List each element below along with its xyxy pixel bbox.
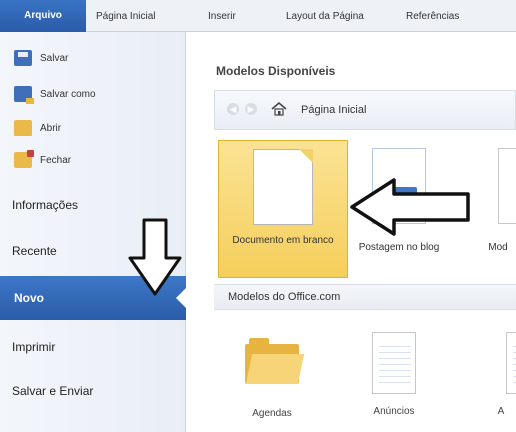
close-label: Fechar (40, 154, 72, 166)
save-as-command[interactable]: Salvar como (14, 84, 96, 104)
save-as-icon (14, 86, 34, 104)
blank-page-icon (253, 149, 313, 225)
home-breadcrumb[interactable]: Página Inicial (301, 104, 366, 116)
forward-arrow-icon[interactable]: ▶ (245, 103, 257, 115)
left-arrow-annotation-icon (350, 178, 470, 236)
section-info[interactable]: Informações (12, 198, 78, 212)
office-item-partial-label: A (497, 406, 505, 417)
office-item-announcements-label: Anúncios (373, 406, 415, 417)
section-print[interactable]: Imprimir (12, 340, 55, 354)
available-templates-title: Modelos Disponíveis (216, 64, 336, 78)
partial-template-icon (498, 148, 516, 224)
spreadsheet-icon (372, 332, 416, 394)
home-icon[interactable] (271, 101, 287, 117)
tab-insert[interactable]: Inserir (208, 6, 236, 28)
office-item-announcements[interactable]: Anúncios (354, 328, 434, 417)
down-arrow-annotation-icon (128, 218, 182, 296)
save-as-label: Salvar como (40, 88, 96, 100)
template-blog-label: Postagem no blog (358, 242, 440, 253)
partial-office-icon (506, 332, 516, 394)
office-templates-header: Modelos do Office.com (214, 284, 516, 310)
tab-file[interactable]: Arquivo (0, 0, 86, 32)
save-label: Salvar (40, 52, 69, 64)
ribbon-tab-bar: Arquivo Página Inicial Inserir Layout da… (0, 0, 516, 32)
open-command[interactable]: Abrir (14, 118, 61, 138)
folder-icon (245, 338, 305, 384)
close-command[interactable]: Fechar (14, 150, 71, 170)
template-nav-bar: ◀ ▶ Página Inicial (214, 90, 516, 130)
office-item-partial[interactable]: A (486, 328, 516, 417)
tab-references[interactable]: Referências (406, 6, 459, 28)
open-label: Abrir (40, 122, 62, 134)
template-partial-label: Mod (488, 242, 508, 253)
section-recent[interactable]: Recente (12, 244, 57, 258)
template-blank-document[interactable]: Documento em branco (218, 140, 348, 278)
open-folder-icon (14, 120, 32, 136)
office-templates-label: Modelos do Office.com (228, 291, 341, 303)
section-save-send[interactable]: Salvar e Enviar (12, 384, 93, 398)
tab-page-layout[interactable]: Layout da Página (286, 6, 364, 28)
template-partial[interactable]: Mod (478, 148, 516, 278)
back-arrow-icon[interactable]: ◀ (227, 103, 239, 115)
office-item-agendas-label: Agendas (252, 408, 292, 419)
office-item-agendas[interactable]: Agendas (232, 328, 312, 419)
tab-home[interactable]: Página Inicial (96, 6, 155, 28)
close-folder-icon (14, 150, 34, 168)
save-icon (14, 50, 32, 66)
save-command[interactable]: Salvar (14, 48, 68, 68)
template-blank-label: Documento em branco (232, 235, 334, 246)
